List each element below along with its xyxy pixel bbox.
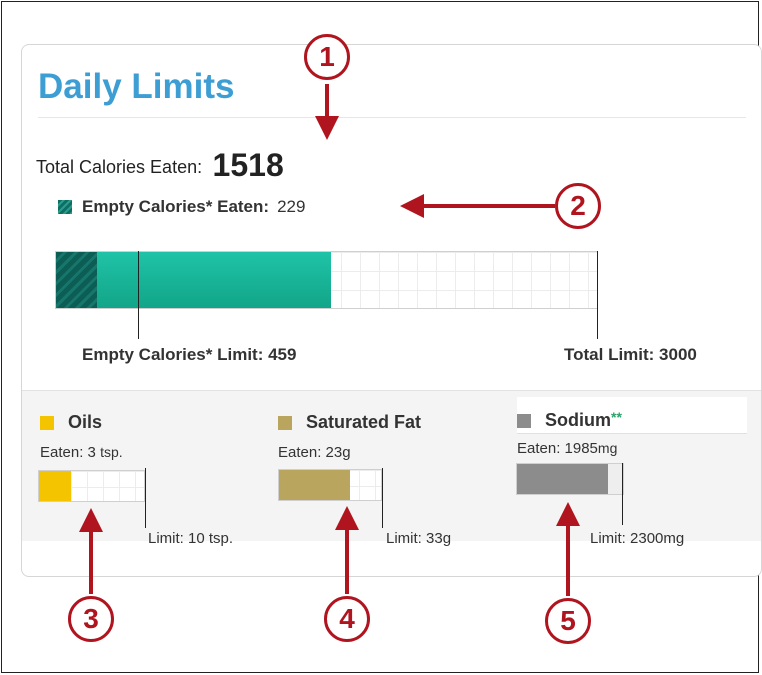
callout-2: 2 bbox=[555, 183, 601, 229]
callout-4: 4 bbox=[324, 596, 370, 642]
callout-1: 1 bbox=[304, 34, 350, 80]
callout-5: 5 bbox=[545, 598, 591, 644]
callout-arrows bbox=[79, 84, 580, 596]
callout-3: 3 bbox=[68, 596, 114, 642]
